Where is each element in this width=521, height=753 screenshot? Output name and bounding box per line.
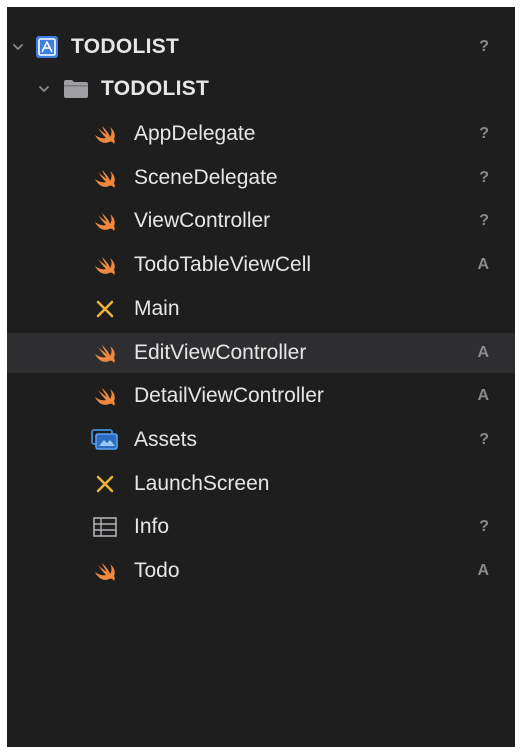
file-name: SceneDelegate: [134, 165, 278, 189]
swift-icon: [91, 254, 119, 276]
file-status-badge: ?: [479, 212, 489, 230]
file-row[interactable]: EditViewController A: [7, 332, 515, 373]
group-row[interactable]: TODOLIST: [7, 69, 515, 109]
file-name: Assets: [134, 427, 198, 451]
file-row[interactable]: Info?: [7, 507, 515, 547]
file-row[interactable]: ViewController?: [7, 201, 515, 241]
project-navigator: TODOLIST ? TODOLIST AppDelegate? SceneDel…: [7, 7, 515, 747]
file-row[interactable]: SceneDelegate?: [7, 158, 515, 198]
file-name: AppDelegate: [134, 122, 256, 145]
file-status-badge: A: [477, 562, 489, 579]
file-status-badge: ?: [479, 125, 489, 142]
file-name: Info: [134, 515, 170, 539]
swift-icon: [91, 123, 119, 145]
file-status-badge: A: [477, 387, 489, 405]
file-row[interactable]: Todo A: [7, 551, 515, 591]
file-row[interactable]: LaunchScreen: [7, 464, 515, 504]
swift-icon: [91, 385, 119, 407]
project-row[interactable]: TODOLIST ?: [7, 27, 515, 67]
plist-icon: [91, 517, 119, 538]
file-row[interactable]: Main: [7, 289, 515, 329]
file-status-badge: ?: [479, 168, 489, 186]
file-name: TodoTableViewCell: [134, 253, 312, 277]
chevron-down-icon[interactable]: [37, 82, 51, 96]
folder-icon: [63, 78, 89, 100]
chevron-down-icon[interactable]: [11, 40, 25, 54]
project-name: TODOLIST: [71, 35, 180, 58]
file-row[interactable]: DetailViewController A: [7, 376, 515, 416]
storyboard-icon: [91, 473, 119, 495]
file-status-badge: ?: [479, 518, 489, 536]
file-name: LaunchScreen: [134, 471, 270, 495]
project-status-badge: ?: [479, 38, 489, 55]
file-row[interactable]: TodoTableViewCell A: [7, 245, 515, 285]
file-status-badge: A: [477, 256, 489, 274]
swift-icon: [91, 167, 119, 189]
file-status-badge: ?: [479, 430, 489, 448]
file-status-badge: A: [477, 343, 489, 361]
swift-icon: [91, 210, 119, 232]
file-name: Todo: [134, 559, 180, 582]
file-name: DetailViewController: [134, 384, 324, 408]
swift-icon: [91, 342, 119, 364]
group-name: TODOLIST: [101, 77, 210, 100]
file-row[interactable]: AppDelegate?: [7, 114, 515, 154]
storyboard-icon: [91, 298, 119, 320]
file-name: Main: [134, 296, 180, 320]
xcode-project-icon: [35, 35, 59, 59]
file-row[interactable]: Assets?: [7, 420, 515, 460]
assets-icon: [91, 428, 119, 451]
swift-icon: [91, 560, 119, 582]
file-name: ViewController: [134, 209, 271, 233]
file-name: EditViewController: [134, 340, 307, 364]
